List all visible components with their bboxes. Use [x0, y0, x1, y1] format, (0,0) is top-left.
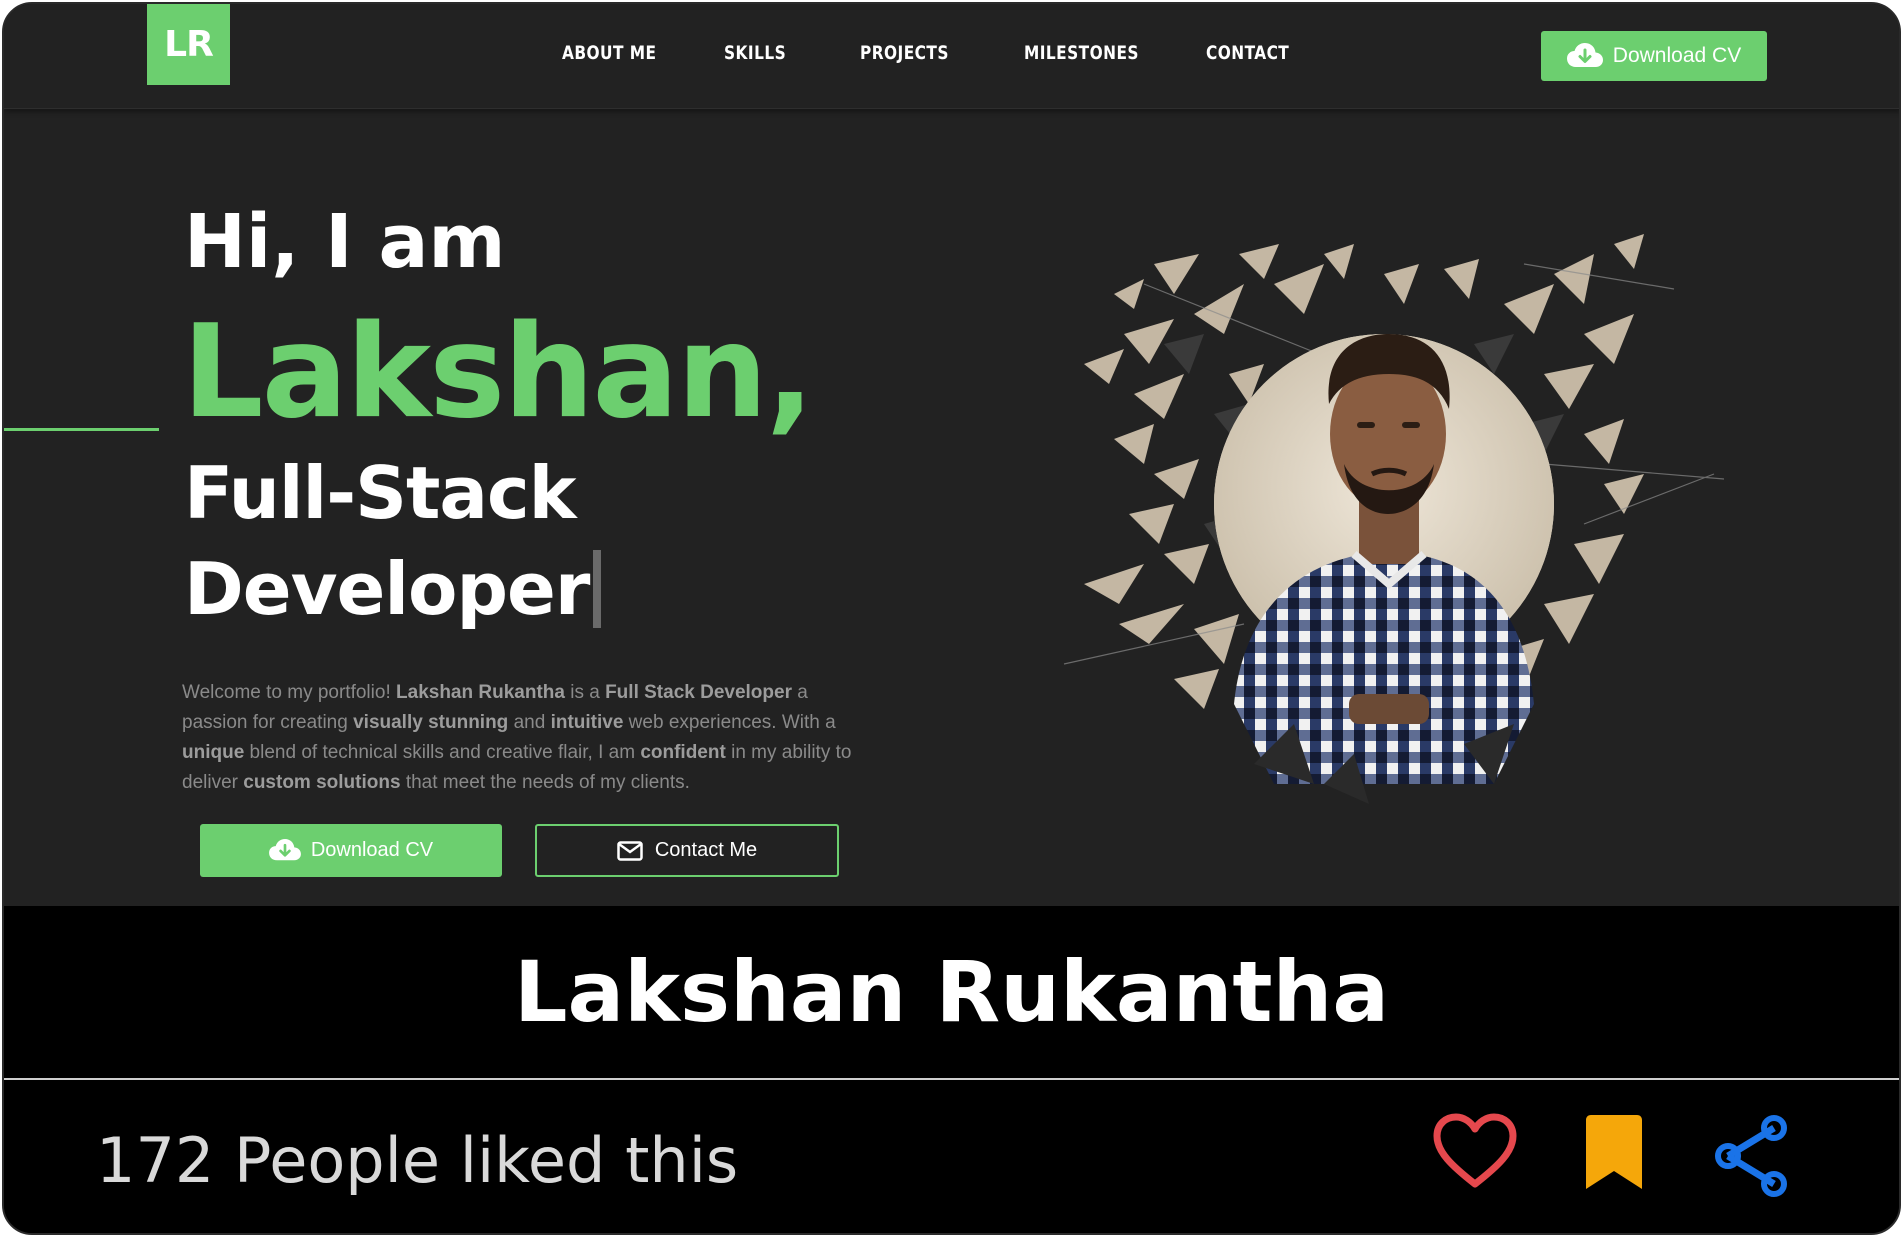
nav-download-cv-label: Download CV: [1612, 44, 1742, 67]
hero-accent-line: [4, 428, 159, 431]
portfolio-screenshot: LR ABOUT ME SKILLS PROJECTS MILESTONES C…: [4, 4, 1899, 906]
hero-role-line2-text: Developer: [184, 547, 590, 631]
cloud-download-icon: [1566, 43, 1603, 67]
intro-text: web experiences. With a: [623, 712, 836, 733]
intro-highlight: confident: [640, 742, 726, 763]
typing-caret: [593, 550, 602, 628]
nav-skills[interactable]: SKILLS: [724, 42, 786, 64]
intro-highlight: visually stunning: [353, 712, 509, 733]
intro-highlight: custom solutions: [243, 772, 401, 793]
heart-icon[interactable]: [1432, 1112, 1518, 1190]
project-title: Lakshan Rukantha: [513, 943, 1390, 1041]
cloud-download-icon: [268, 839, 301, 861]
intro-highlight: Lakshan Rukantha: [396, 682, 565, 703]
likes-count-text: 172 People liked this: [96, 1124, 739, 1197]
intro-text: is a: [564, 682, 606, 703]
bookmark-icon[interactable]: [1584, 1114, 1644, 1190]
project-title-bar: Lakshan Rukantha: [4, 906, 1899, 1080]
share-icon[interactable]: [1710, 1114, 1790, 1198]
hero-role-line1: Full-Stack: [184, 451, 577, 535]
hero-greeting: Hi, I am: [184, 199, 506, 285]
intro-text: blend of technical skills and creative f…: [244, 742, 641, 763]
hero-download-cv-button[interactable]: Download CV: [200, 824, 502, 877]
showcase-card: LR ABOUT ME SKILLS PROJECTS MILESTONES C…: [2, 2, 1901, 1235]
hero-name: Lakshan,: [182, 298, 814, 447]
card-footer: 172 People liked this: [4, 1082, 1899, 1233]
intro-text: and: [508, 712, 551, 733]
nav-milestones[interactable]: MILESTONES: [1024, 42, 1139, 64]
intro-text: that meet the needs of my clients.: [400, 772, 690, 793]
nav-download-cv-button[interactable]: Download CV: [1541, 31, 1767, 81]
intro-highlight: Full Stack Developer: [605, 682, 792, 703]
profile-portrait-image: [1063, 234, 1725, 804]
intro-highlight: intuitive: [550, 712, 624, 733]
hero-contact-me-label: Contact Me: [654, 839, 758, 861]
top-navbar: LR ABOUT ME SKILLS PROJECTS MILESTONES C…: [4, 4, 1899, 109]
envelope-icon: [617, 840, 643, 861]
intro-text: Welcome to my portfolio!: [182, 682, 397, 703]
hero-download-cv-label: Download CV: [310, 839, 434, 861]
nav-about-me[interactable]: ABOUT ME: [562, 42, 656, 64]
nav-projects[interactable]: PROJECTS: [860, 42, 949, 64]
hero-contact-me-button[interactable]: Contact Me: [535, 824, 839, 877]
nav-contact[interactable]: CONTACT: [1206, 42, 1289, 64]
hero-role-line2: Developer: [184, 547, 602, 631]
logo[interactable]: LR: [147, 4, 230, 85]
intro-highlight: unique: [182, 742, 245, 763]
hero-intro-paragraph: Welcome to my portfolio! Lakshan Rukanth…: [182, 678, 862, 798]
